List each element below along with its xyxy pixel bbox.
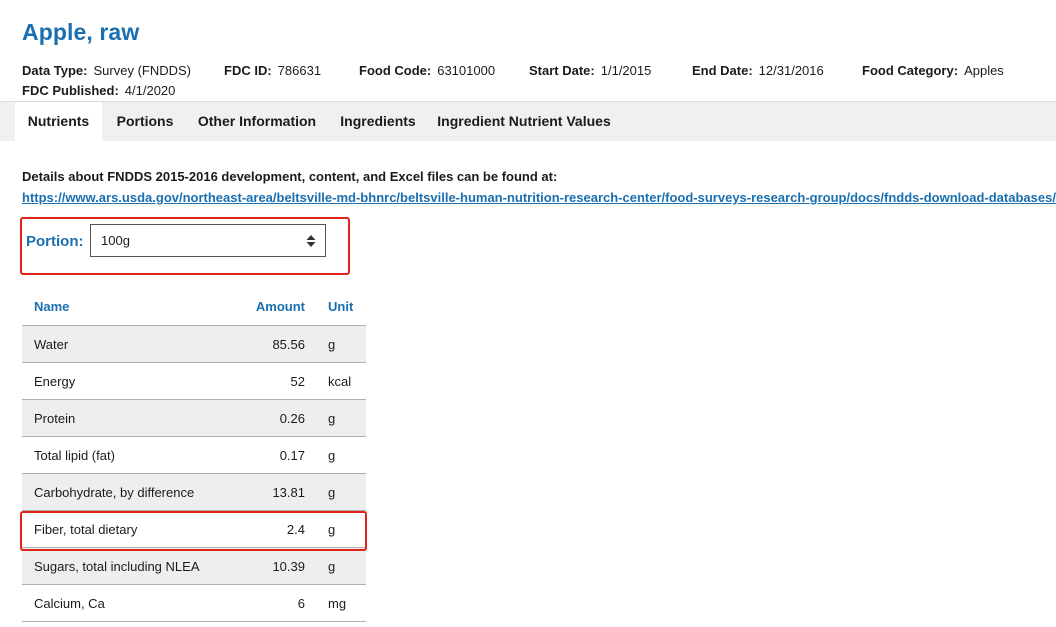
meta-start-date: Start Date: 1/1/2015 (529, 63, 651, 78)
meta-value: Survey (FNDDS) (93, 63, 192, 78)
food-details-page: Apple, raw Data Type: Survey (FNDDS) FDC … (0, 0, 1056, 627)
table-row: Calcium, Ca 6 mg (22, 585, 366, 622)
nutrient-name: Calcium, Ca (34, 596, 105, 611)
table-row: Sugars, total including NLEA 10.39 g (22, 548, 366, 585)
tab-bar: Nutrients Portions Other Information Ing… (0, 101, 1056, 141)
fndds-download-link[interactable]: https://www.ars.usda.gov/northeast-area/… (22, 190, 1056, 205)
nutrient-unit: g (328, 337, 336, 352)
nutrient-name: Water (34, 337, 69, 352)
header-amount[interactable]: Amount (256, 299, 305, 314)
page-title: Apple, raw (22, 19, 140, 45)
tab-ingredient-nutrient-values[interactable]: Ingredient Nutrient Values (436, 102, 612, 141)
meta-label: FDC Published: (22, 83, 119, 98)
meta-fdc-id: FDC ID: 786631 (224, 63, 321, 78)
nutrient-unit: g (328, 411, 336, 426)
meta-label: Food Code: (359, 63, 432, 78)
tab-nutrients[interactable]: Nutrients (15, 102, 102, 141)
table-row: Total lipid (fat) 0.17 g (22, 437, 366, 474)
table-row: Water 85.56 g (22, 326, 366, 363)
nutrient-unit: g (328, 485, 336, 500)
meta-value: 63101000 (437, 63, 496, 78)
header-unit[interactable]: Unit (328, 299, 353, 314)
nutrient-amount: 10.39 (272, 559, 305, 574)
meta-label: Data Type: (22, 63, 88, 78)
nutrient-amount: 6 (297, 596, 305, 611)
nutrient-amount: 52 (290, 374, 305, 389)
meta-food-code: Food Code: 63101000 (359, 63, 495, 78)
nutrient-amount: 0.17 (279, 448, 305, 463)
meta-end-date: End Date: 12/31/2016 (692, 63, 824, 78)
nutrient-amount: 13.81 (272, 485, 305, 500)
meta-data-type: Data Type: Survey (FNDDS) (22, 63, 191, 78)
nutrient-unit: g (328, 448, 336, 463)
nutrient-amount: 0.26 (279, 411, 305, 426)
nutrient-amount: 85.56 (272, 337, 305, 352)
nutrient-name: Total lipid (fat) (34, 448, 115, 463)
nutrient-name: Protein (34, 411, 76, 426)
details-text: Details about FNDDS 2015-2016 developmen… (22, 169, 558, 184)
tab-other-information[interactable]: Other Information (192, 102, 322, 141)
portion-highlight-box (20, 217, 350, 275)
meta-value: 1/1/2015 (600, 63, 652, 78)
table-row: Carbohydrate, by difference 13.81 g (22, 474, 366, 511)
meta-value: 12/31/2016 (758, 63, 824, 78)
meta-value: 4/1/2020 (124, 83, 176, 98)
nutrient-table: Name Amount Unit Water 85.56 g Energy 52… (22, 288, 366, 622)
meta-label: Start Date: (529, 63, 595, 78)
nutrient-name: Energy (34, 374, 76, 389)
table-header: Name Amount Unit (22, 288, 366, 326)
tab-portions[interactable]: Portions (108, 102, 182, 141)
meta-label: End Date: (692, 63, 753, 78)
meta-food-category: Food Category: Apples (862, 63, 1004, 78)
nutrient-unit: kcal (328, 374, 352, 389)
meta-fdc-published: FDC Published: 4/1/2020 (22, 83, 175, 98)
header-name[interactable]: Name (34, 299, 69, 314)
nutrient-name: Sugars, total including NLEA (34, 559, 200, 574)
table-row: Protein 0.26 g (22, 400, 366, 437)
meta-label: Food Category: (862, 63, 959, 78)
nutrient-name: Carbohydrate, by difference (34, 485, 195, 500)
nutrient-unit: g (328, 559, 336, 574)
tab-ingredients[interactable]: Ingredients (334, 102, 422, 141)
meta-value: 786631 (277, 63, 322, 78)
fiber-row-highlight-box (20, 511, 367, 551)
table-row: Energy 52 kcal (22, 363, 366, 400)
meta-label: FDC ID: (224, 63, 272, 78)
nutrient-unit: mg (328, 596, 347, 611)
meta-value: Apples (964, 63, 1004, 78)
